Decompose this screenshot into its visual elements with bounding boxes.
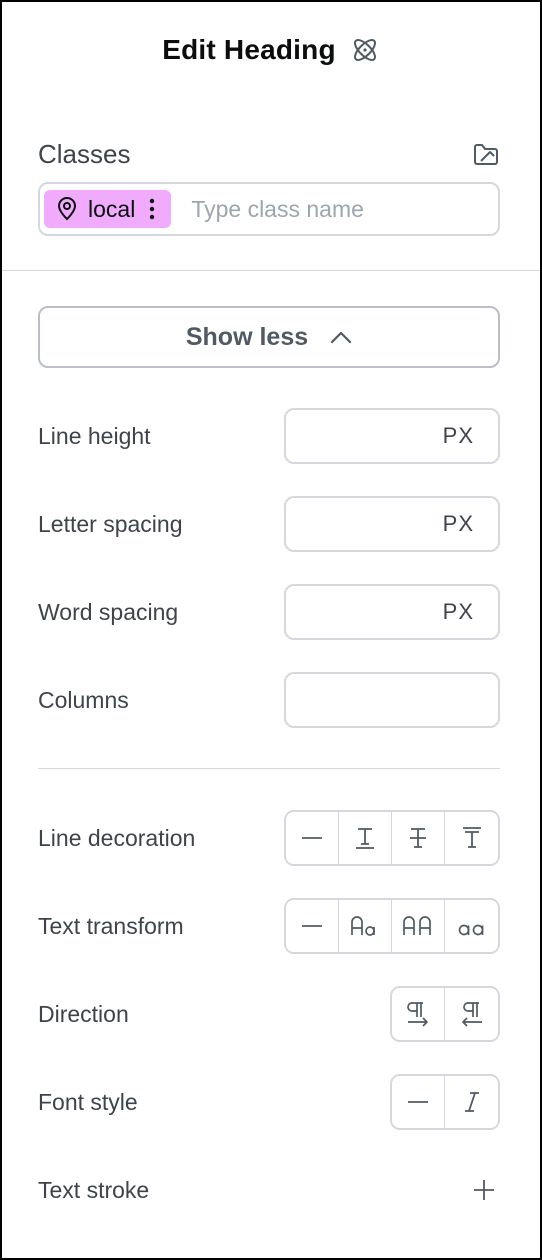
class-selector[interactable]: local — [38, 182, 500, 236]
font-style-row: Font style — [38, 1074, 500, 1130]
text-transform-toggle-group — [284, 898, 500, 954]
line-decoration-label: Line decoration — [38, 824, 196, 851]
direction-rtl-button[interactable] — [445, 988, 498, 1040]
letter-spacing-input[interactable] — [308, 510, 443, 538]
location-pin-icon — [54, 196, 80, 222]
transform-none-button[interactable] — [286, 900, 339, 952]
ltr-icon — [407, 1002, 428, 1027]
columns-label: Columns — [38, 686, 129, 713]
word-spacing-field[interactable]: PX — [284, 584, 500, 640]
panel-header: Edit Heading — [2, 30, 540, 70]
none-icon — [408, 1101, 428, 1103]
section-divider — [2, 270, 540, 271]
show-less-button[interactable]: Show less — [38, 306, 500, 368]
direction-ltr-button[interactable] — [392, 988, 445, 1040]
font-style-italic-button[interactable] — [445, 1076, 498, 1128]
columns-field[interactable] — [284, 672, 500, 728]
direction-label: Direction — [38, 1000, 129, 1027]
line-height-label: Line height — [38, 422, 151, 449]
overline-icon — [462, 827, 481, 848]
class-manager-icon[interactable] — [472, 140, 500, 168]
italic-icon — [464, 1092, 479, 1112]
font-style-toggle-group — [390, 1074, 500, 1130]
transform-uppercase-button[interactable] — [392, 900, 445, 952]
word-spacing-input[interactable] — [308, 598, 443, 626]
classes-label: Classes — [38, 138, 131, 169]
class-name-input[interactable] — [189, 194, 454, 224]
class-chip-label: local — [88, 195, 136, 222]
transform-lowercase-button[interactable] — [445, 900, 498, 952]
line-decoration-toggle-group — [284, 810, 500, 866]
rtl-icon — [461, 1002, 482, 1027]
letter-spacing-row: Letter spacing PX — [38, 496, 500, 552]
text-transform-label: Text transform — [38, 912, 184, 939]
line-height-unit[interactable]: PX — [443, 423, 474, 449]
capitalize-icon — [351, 916, 375, 936]
columns-row: Columns — [38, 672, 500, 728]
text-stroke-label: Text stroke — [38, 1176, 150, 1203]
classes-section: Classes local — [38, 138, 500, 236]
decoration-overline-button[interactable] — [445, 812, 498, 864]
columns-input[interactable] — [340, 686, 474, 714]
uppercase-icon — [403, 916, 431, 935]
transform-capitalize-button[interactable] — [339, 900, 392, 952]
strikethrough-icon — [410, 828, 426, 848]
text-transform-row: Text transform — [38, 898, 500, 954]
atom-icon[interactable] — [350, 35, 380, 65]
direction-row: Direction — [38, 986, 500, 1042]
more-vertical-icon[interactable] — [143, 197, 161, 221]
word-spacing-label: Word spacing — [38, 598, 179, 625]
class-chip[interactable]: local — [44, 190, 172, 228]
letter-spacing-label: Letter spacing — [38, 510, 183, 537]
decoration-none-button[interactable] — [286, 812, 339, 864]
none-icon — [302, 837, 322, 839]
inner-divider — [38, 768, 500, 769]
word-spacing-unit[interactable]: PX — [443, 599, 474, 625]
font-style-none-button[interactable] — [392, 1076, 445, 1128]
lowercase-icon — [458, 924, 483, 936]
none-icon — [302, 925, 322, 927]
plus-icon[interactable] — [470, 1176, 498, 1204]
word-spacing-row: Word spacing PX — [38, 584, 500, 640]
line-decoration-row: Line decoration — [38, 810, 500, 866]
edit-heading-panel: Edit Heading Classes local Type class na… — [0, 0, 542, 1260]
letter-spacing-field[interactable]: PX — [284, 496, 500, 552]
underline-icon — [356, 828, 374, 849]
line-height-row: Line height PX — [38, 408, 500, 464]
font-style-label: Font style — [38, 1088, 138, 1115]
decoration-underline-button[interactable] — [339, 812, 392, 864]
chevron-up-icon — [330, 330, 352, 344]
panel-title: Edit Heading — [162, 34, 336, 65]
show-less-label: Show less — [185, 322, 309, 351]
line-height-input[interactable] — [308, 422, 443, 450]
decoration-strikethrough-button[interactable] — [392, 812, 445, 864]
text-stroke-row: Text stroke — [38, 1162, 500, 1218]
letter-spacing-unit[interactable]: PX — [443, 511, 474, 537]
line-height-field[interactable]: PX — [284, 408, 500, 464]
direction-toggle-group — [390, 986, 500, 1042]
